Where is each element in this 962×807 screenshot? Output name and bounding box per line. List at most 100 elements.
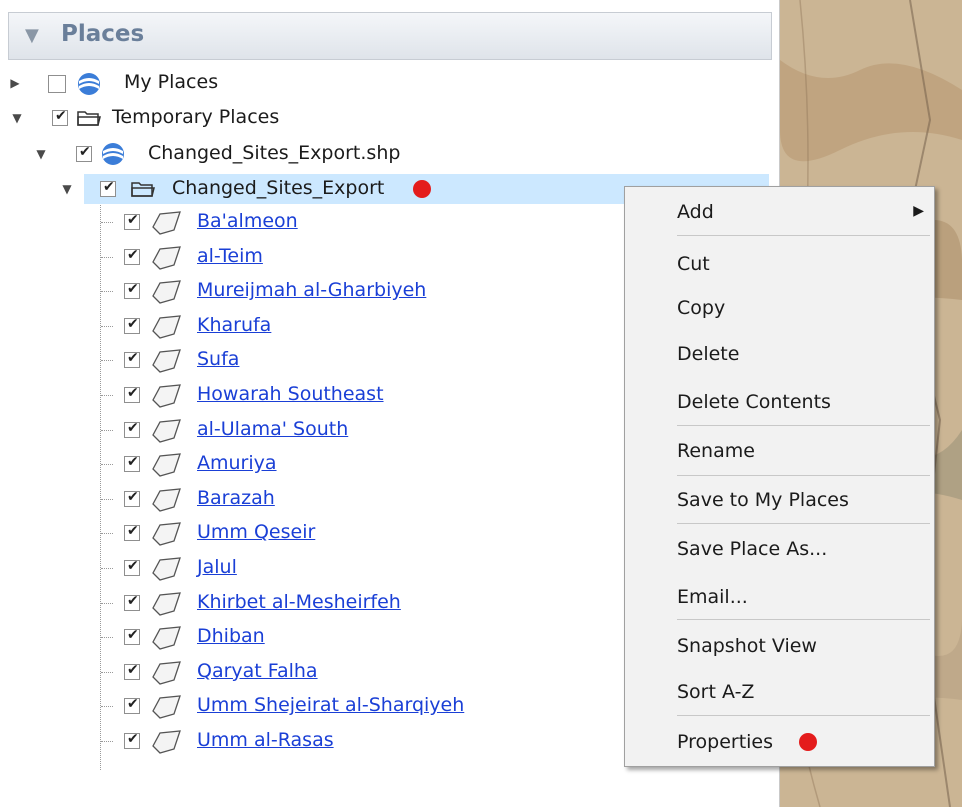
tree-connector [101,671,113,673]
menu-separator [677,523,930,524]
site-checkbox[interactable]: ✔ [124,489,140,507]
site-checkbox[interactable]: ✔ [124,316,140,334]
site-link[interactable]: Jalul [197,556,237,578]
site-checkbox[interactable]: ✔ [124,593,140,611]
my-places-checkbox[interactable] [48,75,66,93]
menu-item-sort[interactable]: Sort A-Z [625,673,934,713]
site-link[interactable]: Mureijmah al-Gharbiyeh [197,279,426,301]
menu-item-delete[interactable]: Delete [625,335,934,375]
menu-item-email[interactable]: Email... [625,578,934,618]
polygon-icon [150,521,184,551]
tree-item-shapefile[interactable]: ▼ ✔ Changed_Sites_Export.shp [0,139,779,169]
tree-connector [101,222,113,223]
site-link[interactable]: Kharufa [197,314,271,336]
menu-item-cut[interactable]: Cut [625,245,934,285]
site-checkbox[interactable]: ✔ [124,662,140,680]
site-link[interactable]: Howarah Southeast [197,383,384,405]
collapse-icon[interactable]: ▼ [60,182,74,196]
red-dot-icon [799,733,817,751]
site-checkbox[interactable]: ✔ [124,281,140,300]
tree-connector [101,360,113,362]
tree-item-temporary-places[interactable]: ▼ ✔ Temporary Places [0,103,779,133]
tree-connector [101,533,113,535]
collapse-icon[interactable]: ▼ [34,147,48,161]
site-link[interactable]: Sufa [197,348,239,370]
context-menu: Add ▶ Cut Copy Delete Delete Contents Re… [624,186,935,767]
polygon-icon [150,418,184,448]
site-checkbox[interactable]: ✔ [124,385,140,403]
tree-connector [101,568,113,569]
polygon-icon [150,660,184,690]
site-link[interactable]: Umm Shejeirat al-Sharqiyeh [197,694,464,716]
folder-icon [130,179,156,203]
tree-connector [101,741,113,742]
tree-label: Temporary Places [112,106,280,128]
site-checkbox[interactable]: ✔ [124,627,140,646]
polygon-icon [150,694,184,724]
polygon-icon [150,729,184,759]
site-link[interactable]: Amuriya [197,452,277,474]
site-link[interactable]: Khirbet al-Mesheirfeh [197,591,401,613]
expand-icon[interactable]: ▶ [8,76,22,90]
site-checkbox[interactable]: ✔ [124,558,140,576]
tree-label: Changed_Sites_Export [172,177,385,199]
folder-icon [76,108,102,132]
site-checkbox[interactable]: ✔ [124,420,140,438]
site-link[interactable]: Umm al-Rasas [197,729,334,751]
site-link[interactable]: Barazah [197,487,275,509]
menu-item-properties[interactable]: Properties [625,723,934,763]
menu-item-save-to-my-places[interactable]: Save to My Places [625,481,934,521]
site-link[interactable]: al-Ulama' South [197,418,348,440]
site-link[interactable]: Dhiban [197,625,265,647]
polygon-icon [150,452,184,482]
menu-item-delete-contents[interactable]: Delete Contents [625,383,934,423]
polygon-icon [150,279,184,309]
globe-icon [100,142,126,170]
site-checkbox[interactable]: ✔ [124,247,140,265]
places-header[interactable]: ▼ Places [8,12,772,60]
tree-connector [101,429,113,431]
tree-connector [101,602,113,604]
tree-connector [101,325,113,327]
menu-item-snapshot-view[interactable]: Snapshot View [625,627,934,667]
polygon-icon [150,245,184,275]
site-link[interactable]: Ba'almeon [197,210,298,232]
places-title: Places [61,21,145,47]
tree-item-my-places[interactable]: ▶ My Places [0,68,779,98]
site-link[interactable]: Umm Qeseir [197,521,315,543]
site-checkbox[interactable]: ✔ [124,350,140,369]
tree-label: Changed_Sites_Export.shp [148,142,401,164]
tree-connector [101,706,113,708]
tree-connector [101,498,113,500]
tree-connector [101,256,113,258]
tree-connector [101,637,113,639]
menu-item-rename[interactable]: Rename [625,432,934,472]
menu-item-copy[interactable]: Copy [625,289,934,329]
menu-separator [677,619,930,620]
tree-connector [101,291,113,293]
red-dot-icon [413,180,431,198]
menu-item-save-place-as[interactable]: Save Place As... [625,530,934,570]
menu-separator [677,235,930,236]
polygon-icon [150,348,184,378]
temporary-places-checkbox[interactable]: ✔ [52,108,68,126]
polygon-icon [150,314,184,344]
site-checkbox[interactable]: ✔ [124,731,140,749]
site-checkbox[interactable]: ✔ [124,212,140,230]
menu-item-add[interactable]: Add ▶ [625,193,934,233]
site-checkbox[interactable]: ✔ [124,696,140,715]
site-checkbox[interactable]: ✔ [124,523,140,542]
menu-separator [677,425,930,426]
collapse-icon[interactable]: ▼ [10,111,24,125]
site-checkbox[interactable]: ✔ [124,454,140,473]
tree-connector [101,395,113,396]
collapse-panel-icon[interactable]: ▼ [25,25,39,46]
site-link[interactable]: al-Teim [197,245,263,267]
folder-checkbox[interactable]: ✔ [100,179,116,197]
polygon-icon [150,210,184,240]
polygon-icon [150,487,184,517]
shapefile-checkbox[interactable]: ✔ [76,144,92,162]
menu-separator [677,475,930,476]
tree-connector [101,464,113,466]
site-link[interactable]: Qaryat Falha [197,660,318,682]
